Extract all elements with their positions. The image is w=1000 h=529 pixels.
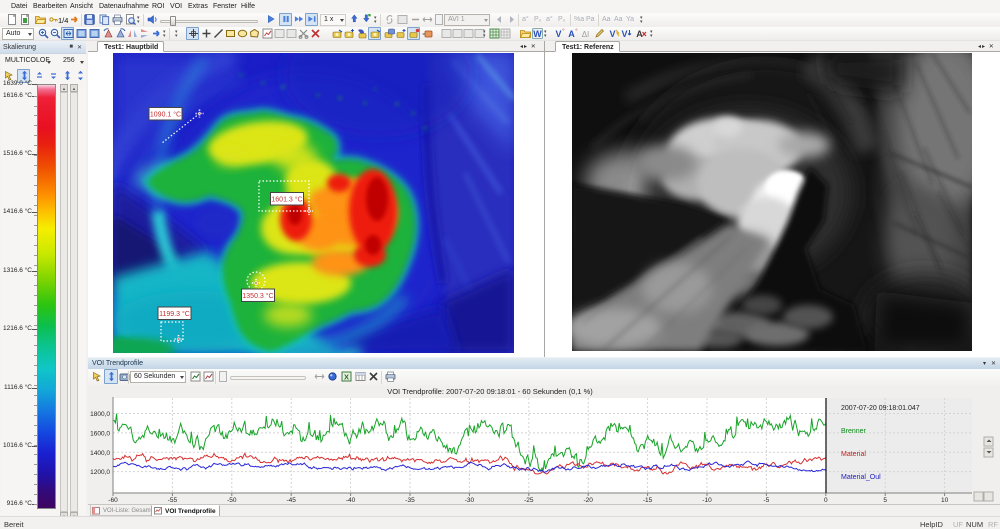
svg-text:10: 10 bbox=[941, 497, 949, 504]
svg-text:-10: -10 bbox=[702, 497, 712, 504]
svg-text:-20: -20 bbox=[583, 497, 593, 504]
svg-text:-40: -40 bbox=[346, 497, 356, 504]
svg-text:-50: -50 bbox=[227, 497, 237, 504]
svg-text:A: A bbox=[636, 29, 643, 39]
svg-text:-30: -30 bbox=[465, 497, 475, 504]
svg-text:-25: -25 bbox=[524, 497, 534, 504]
svg-text:A: A bbox=[568, 29, 575, 39]
svg-text:Material_Oul: Material_Oul bbox=[841, 474, 881, 481]
svg-text:1350.3 °C: 1350.3 °C bbox=[242, 292, 273, 300]
svg-text:1199.3 °C: 1199.3 °C bbox=[159, 310, 190, 318]
svg-text:-60: -60 bbox=[108, 497, 118, 504]
svg-text:VOI Trendprofile: 2007-07-20 0: VOI Trendprofile: 2007-07-20 09:18:01 - … bbox=[387, 387, 593, 396]
svg-text:V: V bbox=[555, 29, 561, 39]
svg-text:1600,0: 1600,0 bbox=[90, 430, 110, 437]
svg-text:W: W bbox=[533, 29, 542, 39]
svg-text:°: ° bbox=[562, 29, 565, 35]
svg-text:1400,0: 1400,0 bbox=[90, 450, 110, 457]
svg-text:-5: -5 bbox=[764, 497, 770, 504]
svg-text:1090.1 °C: 1090.1 °C bbox=[150, 111, 181, 119]
svg-text:1200,0: 1200,0 bbox=[90, 469, 110, 476]
svg-text:°: ° bbox=[575, 29, 578, 35]
svg-text:1800,0: 1800,0 bbox=[90, 411, 110, 418]
svg-text:-35: -35 bbox=[405, 497, 415, 504]
svg-text:0: 0 bbox=[824, 497, 828, 504]
svg-text:-45: -45 bbox=[286, 497, 296, 504]
svg-text:V: V bbox=[621, 29, 627, 39]
svg-text:X: X bbox=[344, 373, 349, 382]
svg-text:Brenner: Brenner bbox=[841, 428, 867, 435]
svg-text:1601.3 °C: 1601.3 °C bbox=[271, 196, 302, 204]
svg-text:2007-07-20 09:18:01.047: 2007-07-20 09:18:01.047 bbox=[841, 405, 920, 412]
svg-text:Material: Material bbox=[841, 451, 866, 458]
svg-text:-15: -15 bbox=[643, 497, 653, 504]
svg-text:V: V bbox=[609, 29, 615, 39]
svg-text:-55: -55 bbox=[168, 497, 178, 504]
svg-text:5: 5 bbox=[883, 497, 887, 504]
svg-text:ΔI: ΔI bbox=[582, 30, 590, 39]
